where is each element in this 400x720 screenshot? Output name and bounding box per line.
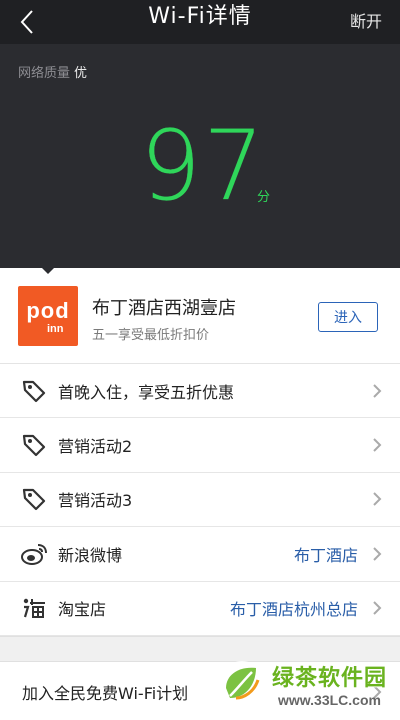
disconnect-button[interactable]: 断开 (350, 8, 382, 32)
weibo-icon (18, 538, 50, 570)
list-item-taobao[interactable]: 淘宝店 布丁酒店杭州总店 (0, 582, 400, 636)
list-item-offer-3[interactable]: 营销活动3 (0, 473, 400, 528)
page-title: Wi-Fi详情 (148, 4, 252, 29)
list-item-label: 营销活动2 (58, 437, 133, 457)
list-item-weibo[interactable]: 新浪微博 布丁酒店 (0, 527, 400, 582)
hotel-logo: pod inn (18, 286, 78, 346)
watermark-text: 绿茶软件园 (272, 666, 388, 691)
taobao-icon (18, 592, 50, 624)
pointer-triangle (36, 262, 60, 274)
list-item-offer-1[interactable]: 首晚入住，享受五折优惠 (0, 364, 400, 419)
watermark-url: www.33LC.com (278, 692, 381, 708)
list-item-label: 营销活动3 (58, 491, 133, 511)
hotel-card: pod inn 布丁酒店西湖壹店 五一享受最低折扣价 进入 (0, 268, 400, 364)
list-item-label: 淘宝店 (58, 600, 107, 620)
leaf-logo-icon (219, 661, 265, 707)
hotel-name: 布丁酒店西湖壹店 (92, 298, 236, 319)
join-free-wifi-label: 加入全民免费Wi-Fi计划 (22, 684, 189, 703)
quality-score: 97 (140, 110, 267, 222)
chevron-right-icon (373, 547, 382, 561)
network-quality-value: 优 (74, 66, 88, 81)
list-item-label: 新浪微博 (58, 545, 123, 565)
watermark: 绿茶软件园 www.33LC.com (212, 652, 400, 720)
list-item-value: 布丁酒店 (293, 545, 358, 565)
logo-text-bottom: inn (47, 323, 64, 335)
list-item-offer-2[interactable]: 营销活动2 (0, 418, 400, 473)
tag-icon (18, 429, 50, 461)
tag-icon (18, 483, 50, 515)
list-item-value: 布丁酒店杭州总店 (229, 600, 358, 620)
list-item-label: 首晚入住，享受五折优惠 (58, 382, 235, 402)
chevron-right-icon (373, 383, 382, 398)
hotel-subtitle: 五一享受最低折扣价 (92, 328, 210, 343)
tag-icon (18, 375, 50, 407)
nav-bar: Wi-Fi详情 断开 (0, 0, 400, 44)
logo-text-top: pod (26, 298, 70, 323)
enter-button[interactable]: 进入 (318, 302, 378, 332)
network-quality: 网络质量优 (18, 62, 87, 81)
info-list: 首晚入住，享受五折优惠 营销活动2 营销活动3 新浪微博 布丁酒店 淘宝店 布丁… (0, 364, 400, 636)
wifi-summary-panel: Wi-Fi详情 断开 网络质量优 97 分 (0, 0, 400, 268)
score-unit: 分 (257, 190, 271, 205)
chevron-right-icon (373, 438, 382, 452)
chevron-right-icon (373, 492, 382, 507)
chevron-right-icon (373, 601, 382, 615)
network-quality-label: 网络质量 (18, 66, 71, 81)
